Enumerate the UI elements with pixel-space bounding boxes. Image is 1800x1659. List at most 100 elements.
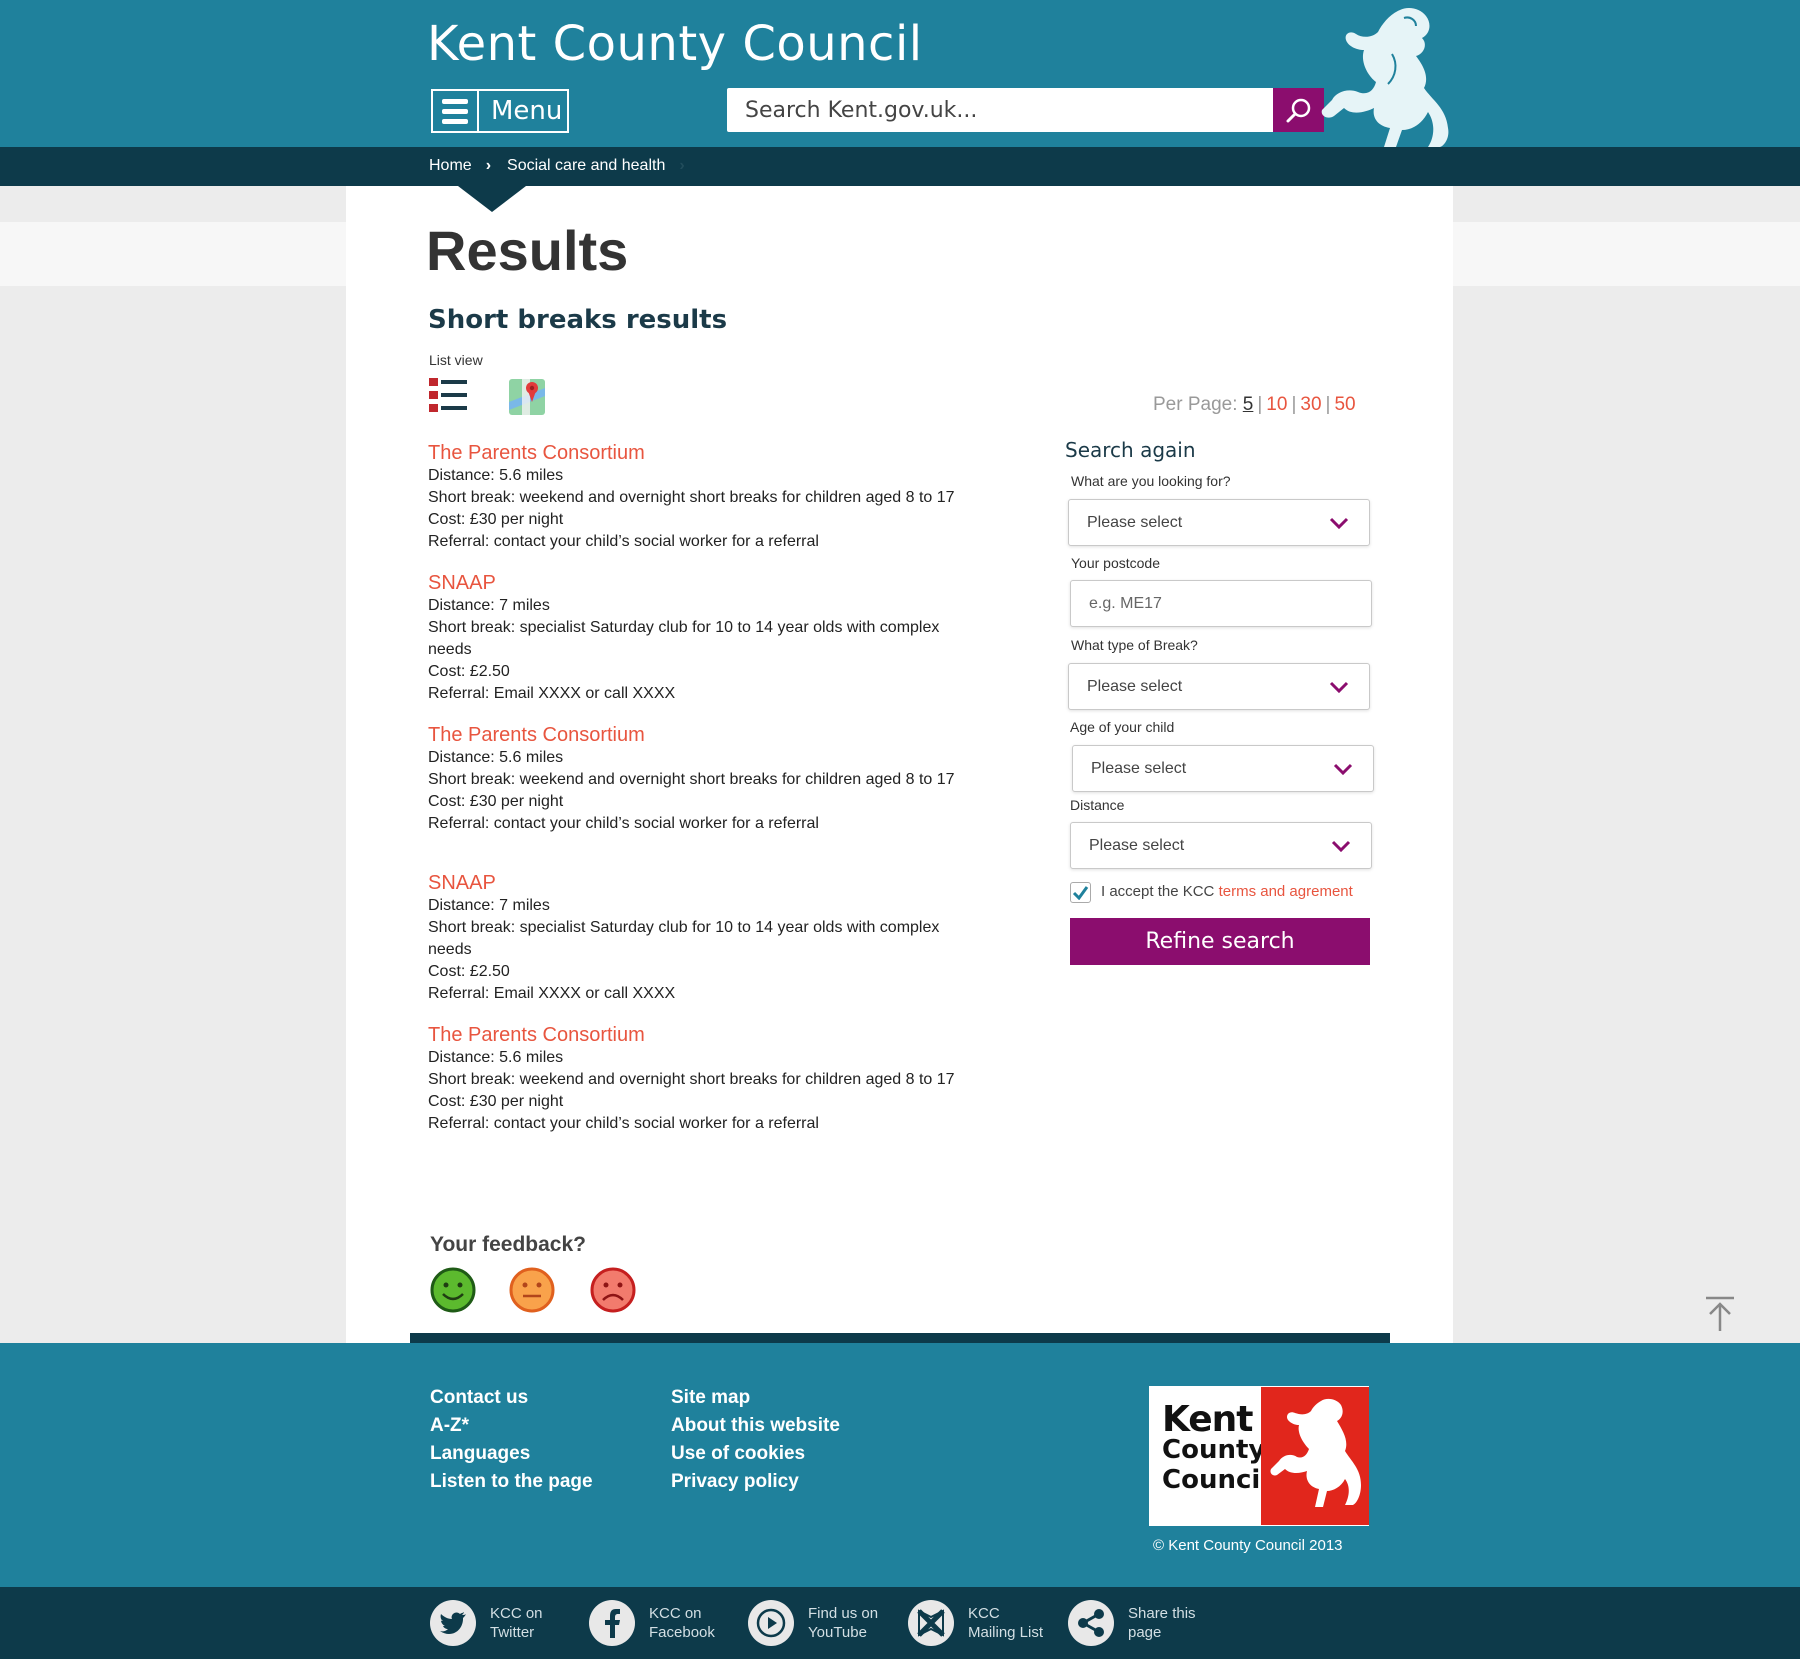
result-title-link[interactable]: The Parents Consortium — [428, 441, 968, 465]
result-short-break: Short break: weekend and overnight short… — [428, 489, 955, 506]
kcc-logo[interactable]: Kent County Council — [1149, 1386, 1369, 1526]
site-title[interactable]: Kent County Council — [427, 16, 923, 72]
page-title: Results — [426, 219, 629, 282]
chevron-down-icon — [1329, 517, 1349, 529]
terms-link[interactable]: terms and agrement — [1219, 883, 1353, 900]
social-mail-line1: KCC — [968, 1605, 1000, 1622]
search-box — [727, 88, 1324, 132]
social-facebook-line1: KCC on — [649, 1605, 702, 1622]
footer-link-a-z[interactable]: A-Z* — [430, 1416, 593, 1435]
breadcrumb-bar: Home › Social care and health › — [0, 147, 1800, 186]
footer-link-about[interactable]: About this website — [671, 1416, 840, 1435]
distance-value: Please select — [1089, 836, 1185, 854]
result-cost: Cost: £2.50 — [428, 963, 510, 980]
social-twitter-line1: KCC on — [490, 1605, 543, 1622]
social-facebook-line2: Facebook — [649, 1624, 715, 1641]
per-page-selector: Per Page: 5 | 10 | 30 | 50 — [1153, 394, 1356, 415]
breadcrumb-notch — [458, 186, 526, 212]
terms-checkbox[interactable] — [1070, 882, 1091, 903]
per-page-option-30[interactable]: 30 — [1300, 394, 1321, 415]
footer-link-listen[interactable]: Listen to the page — [430, 1472, 593, 1491]
result-distance: Distance: 5.6 miles — [428, 467, 564, 484]
logo-line-1: Kent — [1162, 1399, 1254, 1440]
search-again-panel: Search again — [1065, 438, 1375, 462]
distance-select[interactable]: Please select — [1070, 822, 1372, 869]
footer-link-privacy[interactable]: Privacy policy — [671, 1472, 840, 1491]
twitter-icon — [430, 1600, 476, 1646]
result-cost: Cost: £30 per night — [428, 793, 564, 810]
list-item: SNAAP Distance: 7 miles Short break: spe… — [428, 871, 968, 1005]
social-youtube-link[interactable]: Find us on YouTube — [748, 1600, 898, 1646]
footer-link-languages[interactable]: Languages — [430, 1444, 593, 1463]
result-referral: Referral: contact your child’s social wo… — [428, 815, 819, 832]
white-horse-icon — [1270, 1398, 1361, 1507]
result-title-link[interactable]: SNAAP — [428, 871, 968, 895]
result-referral: Referral: contact your child’s social wo… — [428, 533, 819, 550]
looking-for-select[interactable]: Please select — [1068, 499, 1370, 546]
breadcrumb-social-care[interactable]: Social care and health — [507, 157, 665, 175]
postcode-label: Your postcode — [1071, 555, 1160, 571]
social-mailing-list-link[interactable]: KCC Mailing List — [908, 1600, 1058, 1646]
per-page-option-5[interactable]: 5 — [1243, 394, 1254, 415]
logo-line-2: County — [1162, 1435, 1266, 1465]
footer-link-site-map[interactable]: Site map — [671, 1388, 840, 1407]
search-icon — [1286, 98, 1310, 123]
distance-label: Distance — [1070, 797, 1125, 813]
logo-text: Kent County Council — [1162, 1399, 1269, 1496]
social-bar — [0, 1587, 1800, 1659]
social-facebook-link[interactable]: KCC on Facebook — [589, 1600, 739, 1646]
refine-search-button[interactable]: Refine search — [1070, 918, 1370, 965]
footer-link-cookies[interactable]: Use of cookies — [671, 1444, 840, 1463]
search-input[interactable] — [727, 88, 1273, 132]
feedback-title: Your feedback? — [430, 1233, 586, 1256]
result-title-link[interactable]: The Parents Consortium — [428, 1023, 968, 1047]
chevron-right-icon: › — [679, 157, 685, 174]
per-page-option-10[interactable]: 10 — [1266, 394, 1287, 415]
per-page-option-50[interactable]: 50 — [1334, 394, 1355, 415]
social-youtube-line1: Find us on — [808, 1605, 879, 1622]
footer-link-contact[interactable]: Contact us — [430, 1388, 593, 1407]
sad-face-icon[interactable] — [590, 1267, 636, 1313]
result-title-link[interactable]: The Parents Consortium — [428, 723, 968, 747]
footer-divider — [410, 1333, 1390, 1343]
result-short-break: Short break: weekend and overnight short… — [428, 771, 955, 788]
search-again-heading: Search again — [1065, 438, 1196, 462]
result-title-link[interactable]: SNAAP — [428, 571, 968, 595]
result-distance: Distance: 7 miles — [428, 897, 550, 914]
breadcrumb: Home › Social care and health › — [429, 157, 685, 175]
happy-face-icon[interactable] — [430, 1267, 476, 1313]
per-page-label: Per Page: — [1153, 394, 1238, 415]
postcode-field — [1070, 580, 1372, 627]
results-list: The Parents Consortium Distance: 5.6 mil… — [428, 441, 968, 1135]
site-footer — [0, 1343, 1800, 1587]
result-referral: Referral: Email XXXX or call XXXX — [428, 985, 676, 1002]
footer-links-col1: Contact us A-Z* Languages Listen to the … — [430, 1388, 593, 1491]
footer-links-col2: Site map About this website Use of cooki… — [671, 1388, 840, 1491]
neutral-face-icon[interactable] — [509, 1267, 555, 1313]
postcode-input[interactable] — [1089, 594, 1351, 613]
social-share-line2: page — [1128, 1624, 1162, 1641]
breadcrumb-home[interactable]: Home — [429, 157, 472, 175]
social-share-link[interactable]: Share this page — [1068, 1600, 1218, 1646]
social-youtube-line2: YouTube — [808, 1624, 867, 1641]
back-to-top-icon[interactable] — [1704, 1296, 1736, 1332]
result-distance: Distance: 5.6 miles — [428, 749, 564, 766]
social-twitter-link[interactable]: KCC on Twitter — [430, 1600, 580, 1646]
result-short-break: Short break: weekend and overnight short… — [428, 1071, 955, 1088]
map-view-icon[interactable] — [508, 378, 546, 416]
social-mail-line2: Mailing List — [968, 1624, 1044, 1641]
logo-red-panel — [1261, 1387, 1369, 1525]
copyright: © Kent County Council 2013 — [1153, 1537, 1343, 1554]
hamburger-icon — [433, 91, 479, 131]
age-label: Age of your child — [1070, 719, 1175, 735]
chevron-down-icon — [1329, 681, 1349, 693]
chevron-right-icon: › — [485, 157, 492, 174]
terms-label: I accept the KCC terms and agrement — [1101, 883, 1353, 900]
age-select[interactable]: Please select — [1072, 745, 1374, 792]
terms-prefix: I accept the KCC — [1101, 883, 1215, 900]
menu-button[interactable]: Menu — [431, 89, 569, 133]
list-view-icon[interactable] — [429, 378, 467, 414]
break-type-select[interactable]: Please select — [1068, 663, 1370, 710]
results-subtitle: Short breaks results — [428, 305, 728, 335]
result-distance: Distance: 7 miles — [428, 597, 550, 614]
